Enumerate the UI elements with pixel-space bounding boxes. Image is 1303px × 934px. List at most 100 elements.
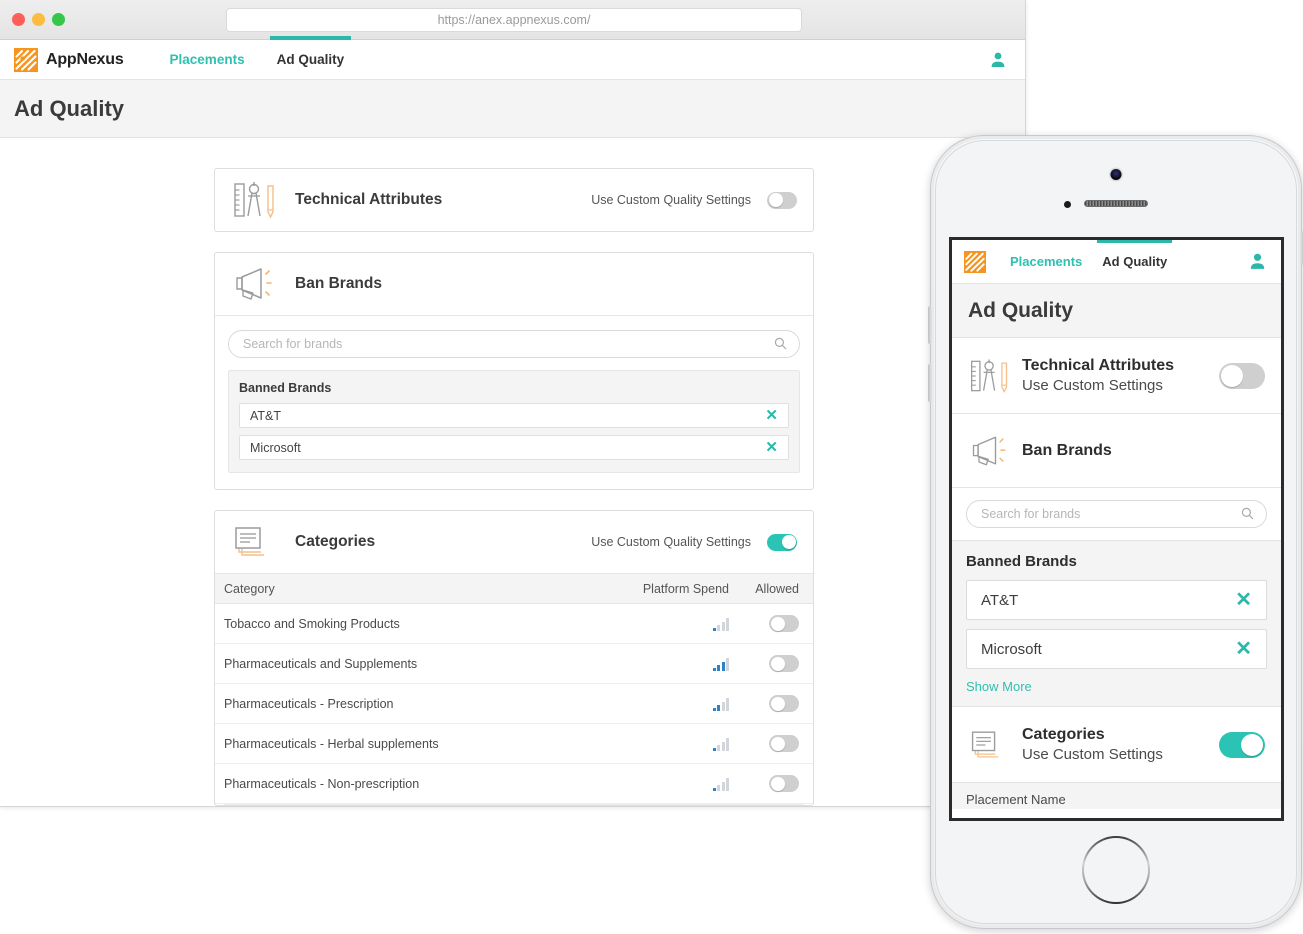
address-bar-url: https://anex.appnexus.com/	[437, 13, 591, 27]
toggle-knob	[770, 776, 785, 791]
phone-card-ban-brands: Ban Brands	[952, 414, 1281, 488]
table-row: Pharmaceuticals and Supplements	[215, 644, 813, 684]
phone-card-technical-attributes[interactable]: Technical Attributes Use Custom Settings	[952, 338, 1281, 414]
user-avatar-icon[interactable]	[989, 51, 1007, 69]
content-column: Technical Attributes Use Custom Quality …	[214, 168, 814, 806]
address-bar[interactable]: https://anex.appnexus.com/	[226, 8, 802, 32]
appnexus-logo[interactable]: AppNexus	[14, 47, 124, 72]
category-allowed-toggle[interactable]	[769, 775, 799, 792]
phone-card-categories-subtitle: Use Custom Settings	[1022, 745, 1163, 763]
phone-screen: Placements Ad Quality Ad Quality Technic…	[949, 237, 1284, 821]
user-avatar-icon[interactable]	[1248, 252, 1267, 271]
card-ban-brands: Ban Brands Search for brands Banned Bran…	[214, 252, 814, 490]
allowed-toggle-cell	[729, 615, 813, 632]
phone-card-categories[interactable]: Categories Use Custom Settings	[952, 707, 1281, 783]
phone-card-ban-brands-title: Ban Brands	[1022, 441, 1112, 459]
categories-table-header: Category Platform Spend Allowed	[215, 573, 813, 604]
phone-navigation-bar: Placements Ad Quality	[952, 240, 1281, 284]
table-row: Pharmaceuticals - Prescription	[215, 684, 813, 724]
phone-brand-search-field[interactable]	[966, 500, 1267, 528]
screenshot-stage: https://anex.appnexus.com/ AppNexus Plac…	[0, 0, 1303, 934]
toggle-knob	[768, 193, 783, 207]
minimize-window-button[interactable]	[32, 13, 45, 26]
phone-brand-search-input[interactable]	[981, 507, 1252, 521]
platform-spend-indicator	[619, 777, 729, 791]
category-name: Pharmaceuticals - Herbal supplements	[224, 736, 439, 751]
card-technical-toggle[interactable]	[767, 191, 797, 209]
category-allowed-toggle[interactable]	[769, 615, 799, 632]
window-controls[interactable]	[12, 13, 65, 26]
banned-brand-name: AT&T	[250, 408, 282, 423]
browser-window: https://anex.appnexus.com/ AppNexus Plac…	[0, 0, 1026, 807]
brand-search-input[interactable]	[243, 337, 785, 351]
megaphone-icon	[968, 428, 1016, 474]
phone-next-section: Placement Name	[952, 783, 1281, 809]
platform-spend-indicator	[619, 697, 729, 711]
card-categories-controls: Use Custom Quality Settings	[591, 533, 797, 551]
remove-brand-icon[interactable]: ✕	[765, 440, 778, 455]
volume-down-button[interactable]	[928, 364, 932, 402]
phone-brand-search-wrap	[952, 488, 1281, 541]
close-window-button[interactable]	[12, 13, 25, 26]
browser-chrome-bar: https://anex.appnexus.com/	[0, 0, 1025, 40]
phone-nav-tab-placements[interactable]: Placements	[1000, 240, 1092, 284]
category-allowed-toggle[interactable]	[769, 735, 799, 752]
card-technical-attributes: Technical Attributes Use Custom Quality …	[214, 168, 814, 232]
category-name: Pharmaceuticals and Supplements	[224, 656, 418, 671]
category-allowed-toggle[interactable]	[769, 655, 799, 672]
platform-spend-indicator	[619, 617, 729, 631]
phone-card-technical-subtitle: Use Custom Settings	[1022, 376, 1163, 394]
ruler-compass-pencil-icon	[231, 178, 287, 222]
column-header-allowed: Allowed	[755, 581, 799, 596]
nav-tab-placements-label: Placements	[169, 52, 245, 67]
toggle-knob	[770, 616, 785, 631]
phone-card-ban-brands-texts: Ban Brands	[1022, 441, 1112, 461]
phone-nav-tab-placements-label: Placements	[1010, 254, 1083, 269]
allowed-toggle-cell	[729, 735, 813, 752]
phone-nav-tab-ad-quality[interactable]: Ad Quality	[1092, 240, 1177, 284]
documents-stack-icon	[968, 722, 1016, 768]
platform-spend-indicator	[619, 657, 729, 671]
phone-banned-brand-name: Microsoft	[981, 640, 1042, 658]
phone-card-technical-toggle[interactable]	[1219, 362, 1265, 389]
documents-stack-icon	[231, 520, 287, 564]
nav-tab-ad-quality[interactable]: Ad Quality	[261, 35, 361, 80]
search-icon	[774, 337, 787, 350]
card-categories-toggle-label: Use Custom Quality Settings	[591, 535, 751, 549]
card-ban-brands-title: Ban Brands	[295, 275, 382, 292]
search-icon	[1241, 507, 1254, 520]
appnexus-logo-text: AppNexus	[46, 50, 124, 68]
home-button[interactable]	[1082, 836, 1150, 904]
zoom-window-button[interactable]	[52, 13, 65, 26]
earpiece-speaker-icon	[1084, 200, 1148, 207]
card-technical-toggle-label: Use Custom Quality Settings	[591, 193, 751, 207]
banned-brands-title: Banned Brands	[239, 381, 332, 395]
card-categories-toggle[interactable]	[767, 533, 797, 551]
volume-up-button[interactable]	[928, 306, 932, 344]
category-allowed-toggle[interactable]	[769, 695, 799, 712]
proximity-sensor-icon	[1064, 201, 1071, 208]
brand-search-field[interactable]	[228, 330, 800, 358]
toggle-knob	[781, 535, 796, 549]
table-row: Tobacco and Smoking Products	[215, 604, 813, 644]
phone-nav-tabs: Placements Ad Quality	[1000, 240, 1177, 284]
phone-page-header: Ad Quality	[952, 284, 1281, 338]
remove-brand-icon[interactable]: ✕	[1235, 639, 1252, 659]
banned-brands-panel: Banned Brands AT&T ✕ Microsoft ✕	[228, 370, 800, 473]
banned-brand-row: AT&T ✕	[239, 403, 789, 428]
page-title: Ad Quality	[14, 95, 125, 121]
categories-table-body: Tobacco and Smoking Products Pharmaceuti…	[215, 604, 813, 805]
phone-banned-brand-row: AT&T ✕	[966, 580, 1267, 620]
category-name: Tobacco and Smoking Products	[224, 616, 400, 631]
phone-card-categories-title: Categories	[1022, 725, 1105, 743]
appnexus-logo-icon[interactable]	[964, 250, 986, 273]
nav-tab-placements[interactable]: Placements	[154, 40, 261, 80]
remove-brand-icon[interactable]: ✕	[1235, 590, 1252, 610]
phone-card-categories-toggle[interactable]	[1219, 731, 1265, 758]
toggle-knob	[770, 656, 785, 671]
show-more-link[interactable]: Show More	[966, 679, 1032, 694]
phone-nav-tab-ad-quality-label: Ad Quality	[1102, 254, 1168, 269]
remove-brand-icon[interactable]: ✕	[765, 408, 778, 423]
category-name: Pharmaceuticals - Prescription	[224, 696, 394, 711]
phone-page-title: Ad Quality	[968, 298, 1074, 322]
